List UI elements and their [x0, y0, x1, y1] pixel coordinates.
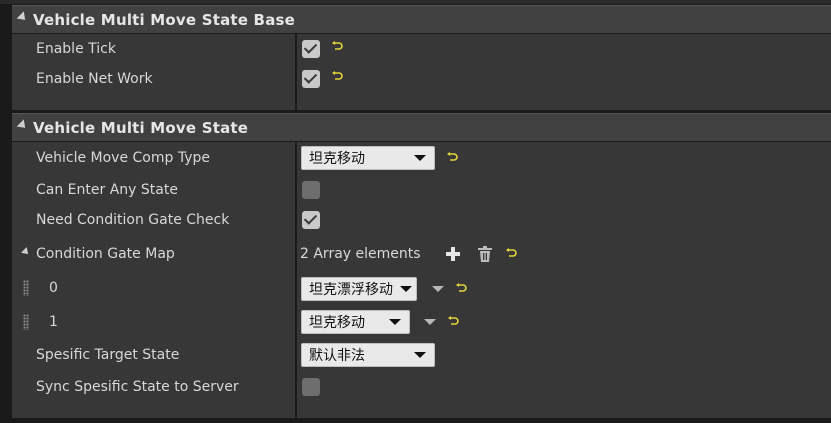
property-row-enable-net-work: Enable Net Work — [12, 63, 831, 94]
add-element-icon[interactable] — [446, 247, 460, 261]
element-index: 0 — [49, 279, 58, 296]
array-element-row-0: 0 坦克漂浮移动 — [12, 272, 831, 303]
collapse-triangle-icon[interactable] — [16, 11, 29, 24]
drag-grip-icon[interactable] — [23, 280, 29, 296]
reset-to-default-icon[interactable] — [331, 71, 343, 83]
reset-to-default-icon[interactable] — [446, 152, 458, 164]
property-row-sync-spesific-state: Sync Spesific State to Server — [12, 371, 831, 402]
property-label: Vehicle Move Comp Type — [36, 149, 210, 166]
combo-value: 坦克移动 — [309, 151, 365, 167]
element-options-arrow-icon[interactable] — [424, 319, 436, 325]
expand-triangle-icon[interactable] — [21, 247, 31, 257]
property-row-enable-tick: Enable Tick — [12, 33, 831, 64]
category-header-state[interactable]: Vehicle Multi Move State — [12, 113, 831, 141]
element-1-combo[interactable]: 坦克移动 — [301, 310, 410, 334]
collapse-triangle-icon[interactable] — [16, 119, 29, 132]
property-label: Enable Net Work — [36, 70, 153, 87]
property-row-need-condition-gate-check: Need Condition Gate Check — [12, 204, 831, 235]
dropdown-arrow-icon — [389, 319, 401, 325]
element-options-arrow-icon[interactable] — [432, 286, 444, 292]
reset-to-default-icon[interactable] — [447, 316, 459, 328]
top-border — [0, 0, 831, 4]
can-enter-any-state-checkbox[interactable] — [302, 181, 320, 199]
spesific-target-state-combo[interactable]: 默认非法 — [301, 343, 435, 367]
property-label: Condition Gate Map — [36, 245, 175, 262]
drag-grip-icon[interactable] — [23, 314, 29, 330]
category-title: Vehicle Multi Move State Base — [33, 10, 296, 29]
property-row-spesific-target-state: Spesific Target State 默认非法 — [12, 339, 831, 370]
dropdown-arrow-icon — [414, 155, 426, 161]
array-element-row-1: 1 坦克移动 — [12, 306, 831, 337]
need-condition-gate-check-checkbox[interactable] — [302, 211, 320, 229]
reset-to-default-icon[interactable] — [331, 41, 343, 53]
combo-value: 坦克漂浮移动 — [309, 282, 393, 298]
category-header-base[interactable]: Vehicle Multi Move State Base — [12, 5, 831, 33]
property-row-can-enter-any-state: Can Enter Any State — [12, 174, 831, 205]
enable-net-work-checkbox[interactable] — [302, 70, 320, 88]
element-0-combo[interactable]: 坦克漂浮移动 — [301, 277, 417, 301]
reset-to-default-icon[interactable] — [455, 283, 467, 295]
category-title: Vehicle Multi Move State — [33, 118, 249, 137]
reset-to-default-icon[interactable] — [505, 248, 517, 260]
dropdown-arrow-icon — [414, 352, 426, 358]
property-label: Spesific Target State — [36, 346, 180, 363]
property-label: Sync Spesific State to Server — [36, 378, 239, 395]
property-row-vehicle-move-comp-type: Vehicle Move Comp Type 坦克移动 — [12, 142, 831, 173]
property-label: Enable Tick — [36, 40, 116, 57]
property-label: Can Enter Any State — [36, 181, 178, 198]
array-count: 2 Array elements — [300, 245, 421, 262]
vehicle-move-comp-type-combo[interactable]: 坦克移动 — [301, 146, 435, 170]
combo-value: 坦克移动 — [309, 315, 365, 331]
property-label: Need Condition Gate Check — [36, 211, 230, 228]
dropdown-arrow-icon — [400, 286, 412, 292]
sync-spesific-state-checkbox[interactable] — [302, 378, 320, 396]
property-row-condition-gate-map: Condition Gate Map 2 Array elements — [12, 238, 831, 269]
enable-tick-checkbox[interactable] — [302, 40, 320, 58]
element-index: 1 — [49, 313, 58, 330]
trash-icon[interactable] — [478, 246, 492, 262]
combo-value: 默认非法 — [309, 348, 365, 364]
